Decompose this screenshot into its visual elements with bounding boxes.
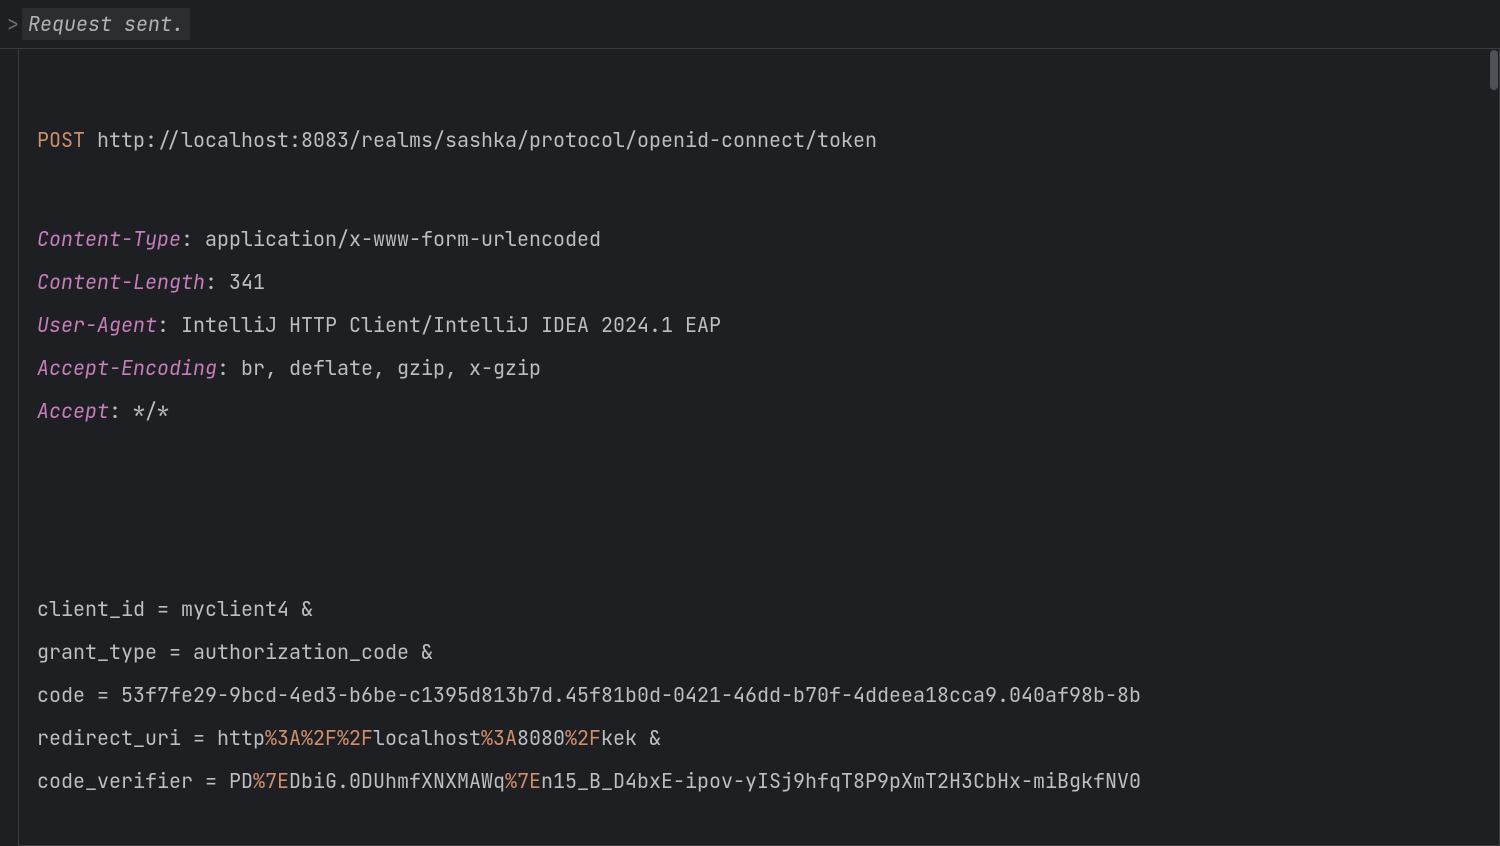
header-value: br, deflate, gzip, x-gzip	[241, 355, 541, 381]
param-value-segment: kek	[601, 725, 637, 751]
header-line: Content-Length: 341	[37, 261, 1481, 304]
request-url: http://localhost:8083/realms/sashka/prot…	[97, 127, 877, 153]
request-status-row[interactable]: > Request sent.	[0, 0, 1500, 49]
param-value-segment: 53f7fe29-9bcd-4ed3-b6be-c1395d813b7d.45f…	[121, 682, 1141, 708]
body-param-line: client_id = myclient4 &	[37, 588, 1481, 631]
header-name: Content-Type	[37, 226, 181, 252]
url-encoded-segment: %3A	[481, 725, 517, 751]
body-param-line: redirect_uri = http%3A%2F%2Flocalhost%3A…	[37, 717, 1481, 760]
header-value: IntelliJ HTTP Client/IntelliJ IDEA 2024.…	[181, 312, 721, 338]
param-value-segment: PD	[229, 768, 253, 794]
body-param-line: grant_type = authorization_code &	[37, 631, 1481, 674]
request-line: POST http://localhost:8083/realms/sashka…	[37, 119, 1481, 162]
url-encoded-segment: %2F	[565, 725, 601, 751]
http-method: POST	[37, 127, 85, 153]
header-value: */*	[133, 398, 169, 424]
header-value: application/x-www-form-urlencoded	[205, 226, 601, 252]
blank-line	[37, 489, 1481, 532]
header-line: Accept: */*	[37, 390, 1481, 433]
url-encoded-segment: %7E	[253, 768, 289, 794]
param-value-segment: http	[217, 725, 265, 751]
param-key: redirect_uri	[37, 725, 181, 751]
request-content: POST http://localhost:8083/realms/sashka…	[18, 49, 1500, 846]
header-name: Content-Length	[37, 269, 205, 295]
param-value-segment: localhost	[373, 725, 481, 751]
url-encoded-segment: %7E	[505, 768, 541, 794]
header-line: Accept-Encoding: br, deflate, gzip, x-gz…	[37, 347, 1481, 390]
header-name: Accept-Encoding	[37, 355, 217, 381]
param-value-segment: authorization_code	[193, 639, 409, 665]
param-key: code	[37, 682, 85, 708]
url-encoded-segment: %3A%2F%2F	[265, 725, 373, 751]
header-line: Content-Type: application/x-www-form-url…	[37, 218, 1481, 261]
header-name: User-Agent	[37, 312, 157, 338]
body-param-line: code = 53f7fe29-9bcd-4ed3-b6be-c1395d813…	[37, 674, 1481, 717]
param-key: grant_type	[37, 639, 157, 665]
header-value: 341	[229, 269, 265, 295]
status-text: Request sent.	[22, 8, 190, 40]
param-key: code_verifier	[37, 768, 193, 794]
param-value-segment: DbiG.0DUhmfXNXMAWq	[289, 768, 505, 794]
param-value-segment: n15_B_D4bxE-ipov-yISj9hfqT8P9pXmT2H3CbHx…	[541, 768, 1141, 794]
vertical-scrollbar[interactable]	[1490, 50, 1498, 90]
collapse-chevron-icon[interactable]: >	[4, 10, 22, 38]
param-value-segment: 8080	[517, 725, 565, 751]
header-line: User-Agent: IntelliJ HTTP Client/Intelli…	[37, 304, 1481, 347]
header-name: Accept	[37, 398, 109, 424]
body-param-line: code_verifier = PD%7EDbiG.0DUhmfXNXMAWq%…	[37, 760, 1481, 803]
